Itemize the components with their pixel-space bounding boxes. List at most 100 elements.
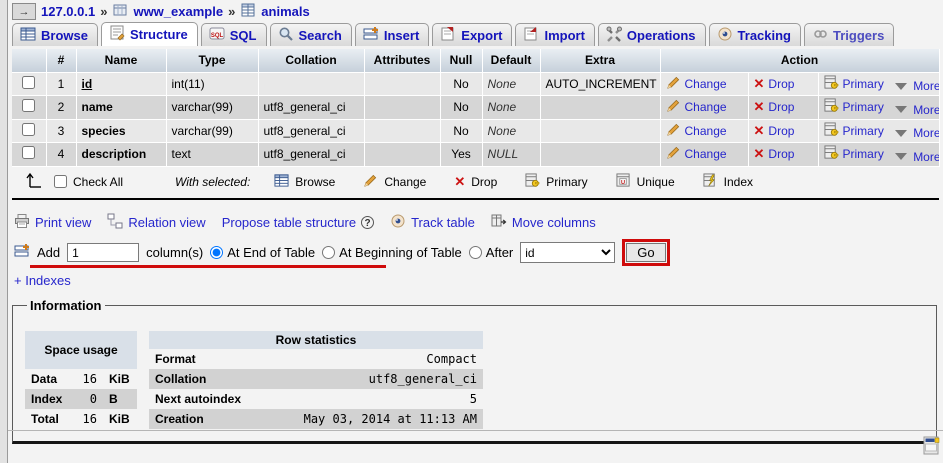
add-column-row: Add column(s) At End of Table At Beginni… [14, 239, 941, 268]
check-all[interactable]: Check All [54, 175, 123, 189]
primary-link[interactable]: Primary [823, 145, 884, 163]
change-link[interactable]: Change [666, 122, 727, 140]
more-link[interactable]: More [895, 79, 938, 93]
primary-link[interactable]: Primary [823, 98, 884, 116]
col-null: No [440, 119, 483, 143]
with-selected-unique[interactable]: U Unique [616, 172, 675, 191]
with-selected-primary[interactable]: Primary [525, 172, 588, 191]
check-all-checkbox[interactable] [54, 175, 67, 188]
pencil-icon [363, 173, 378, 191]
col-extra: AUTO_INCREMENT [540, 72, 661, 96]
col-collation: utf8_general_ci [258, 119, 365, 143]
add-count-input[interactable] [67, 243, 140, 262]
with-selected-drop[interactable]: ✕ Drop [454, 174, 497, 190]
col-num: 4 [46, 142, 77, 167]
space-usage-row: Index 0 B [25, 388, 137, 409]
expand-nav-button[interactable]: → [12, 3, 36, 20]
with-selected-index[interactable]: Index [703, 172, 753, 191]
col-num: 3 [46, 119, 77, 143]
row-checkbox[interactable] [22, 146, 36, 160]
breadcrumb-server[interactable]: 127.0.0.1 [41, 4, 95, 19]
at-beginning-radio[interactable] [322, 246, 336, 259]
tab-structure[interactable]: Structure [100, 22, 198, 46]
drop-link[interactable]: ✕ Drop [754, 99, 795, 115]
tab-triggers[interactable]: Triggers [804, 23, 895, 46]
col-type: int(11) [166, 72, 259, 96]
query-window-icon[interactable] [923, 434, 940, 459]
row-checkbox[interactable] [22, 75, 36, 89]
header-collation: Collation [258, 49, 365, 73]
change-link[interactable]: Change [666, 75, 727, 93]
with-selected-label: With selected: [175, 174, 251, 189]
col-attributes [364, 95, 441, 120]
tab-browse[interactable]: Browse [12, 23, 98, 46]
tab-search[interactable]: Search [269, 23, 352, 46]
more-link[interactable]: More [895, 126, 938, 140]
tab-insert[interactable]: Insert [354, 23, 430, 46]
header-null: Null [440, 49, 483, 73]
move-columns-icon [491, 213, 507, 232]
primary-key-icon [823, 145, 839, 163]
breadcrumb-separator: » [228, 4, 236, 19]
tab-export[interactable]: Export [432, 23, 513, 46]
drop-link[interactable]: ✕ Drop [754, 123, 795, 139]
header-checkbox [12, 49, 47, 73]
after-radio[interactable] [468, 246, 482, 259]
primary-link[interactable]: Primary [823, 74, 884, 93]
row-checkbox[interactable] [22, 122, 36, 136]
propose-structure-link[interactable]: Propose table structure ? [222, 215, 375, 230]
at-end-radio[interactable] [210, 246, 224, 259]
tab-operations[interactable]: Operations [597, 23, 706, 46]
row-checkbox-cell [12, 72, 47, 96]
primary-key-icon [525, 172, 540, 191]
more-link[interactable]: More [895, 103, 938, 117]
with-selected-change[interactable]: Change [363, 173, 426, 191]
drop-link[interactable]: ✕ Drop [754, 76, 795, 92]
tab-label: Tracking [737, 27, 791, 43]
primary-key-icon [823, 74, 839, 93]
help-icon[interactable]: ? [361, 216, 375, 229]
header-extra: Extra [540, 49, 661, 73]
after-column-select[interactable]: id [520, 242, 616, 263]
space-usage-table: Space usage Data 16 KiB Index 0 B Total … [25, 330, 137, 429]
row-statistics-title: Row statistics [149, 330, 483, 349]
col-extra [540, 95, 661, 120]
go-button[interactable]: Go [626, 243, 666, 262]
tab-import[interactable]: Import [515, 23, 595, 46]
col-extra [540, 119, 661, 143]
tab-tracking[interactable]: Tracking [708, 23, 801, 46]
drop-link[interactable]: ✕ Drop [754, 146, 795, 162]
pencil-icon [666, 122, 681, 140]
change-link[interactable]: Change [666, 145, 727, 163]
table-header-row: # Name Type Collation Attributes Null De… [12, 49, 940, 73]
drop-x-icon: ✕ [454, 173, 466, 189]
space-usage-title: Space usage [25, 330, 137, 369]
breadcrumb-table[interactable]: animals [261, 4, 309, 19]
more-link[interactable]: More [895, 150, 938, 164]
header-name: Name [76, 49, 167, 73]
header-attributes: Attributes [364, 49, 441, 73]
move-columns-link[interactable]: Move columns [491, 213, 596, 232]
tab-sql[interactable]: SQL SQL [200, 23, 267, 46]
columns-label: column(s) [146, 245, 204, 260]
col-collation [258, 72, 365, 96]
col-default: NULL [482, 142, 541, 167]
radio-at-beginning[interactable]: At Beginning of Table [322, 245, 462, 260]
primary-link[interactable]: Primary [823, 121, 884, 140]
select-arrow-icon [26, 172, 44, 192]
radio-after[interactable]: After [468, 245, 513, 260]
radio-at-end[interactable]: At End of Table [210, 245, 315, 260]
indexes-toggle-link[interactable]: + Indexes [14, 273, 71, 288]
change-link[interactable]: Change [666, 98, 727, 116]
print-view-link[interactable]: Print view [14, 213, 91, 232]
breadcrumb-database[interactable]: www_example [133, 4, 223, 19]
bottom-divider [8, 430, 943, 431]
track-table-link[interactable]: Track table [390, 213, 475, 232]
sql-icon: SQL [209, 26, 225, 45]
with-selected-browse[interactable]: Browse [274, 173, 335, 191]
tab-label: Insert [383, 27, 420, 43]
row-checkbox[interactable] [22, 99, 36, 113]
col-name: species [76, 119, 167, 143]
relation-view-link[interactable]: Relation view [107, 213, 206, 232]
structure-icon [109, 25, 125, 44]
